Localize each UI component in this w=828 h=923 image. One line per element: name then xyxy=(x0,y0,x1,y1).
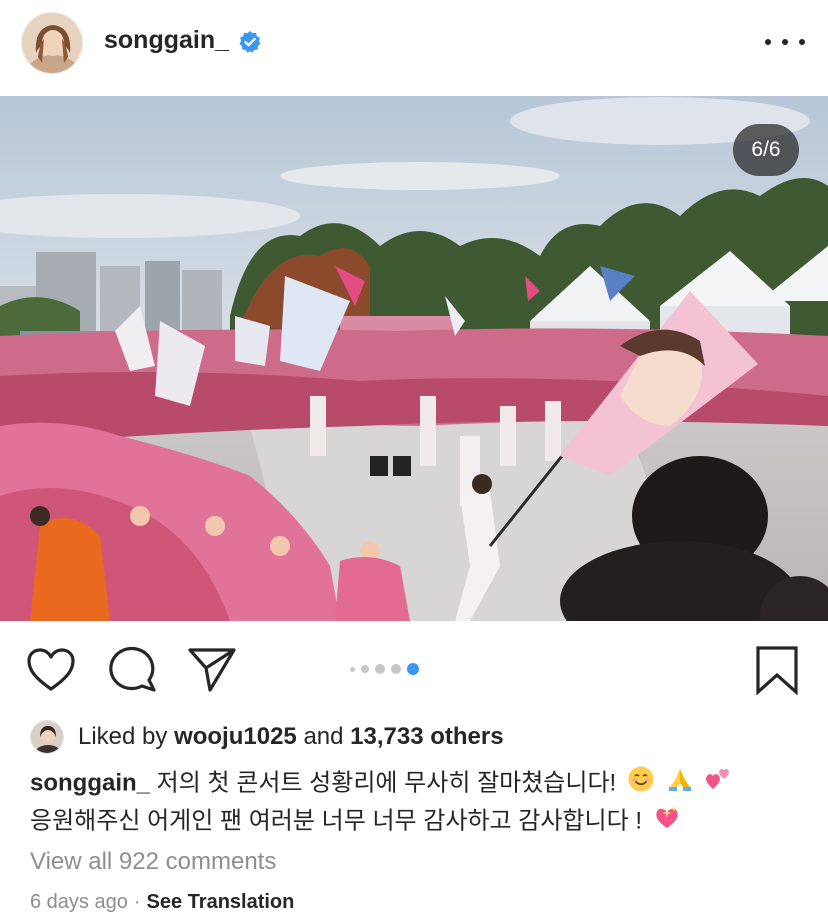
caption-line-2: 응원해주신 어게인 팬 여러분 너무 너무 감사하고 감사합니다 ! xyxy=(30,807,643,835)
post-timestamp: 6 days ago xyxy=(30,891,128,913)
likes-middle: and xyxy=(296,723,351,750)
post-caption: songgain_ 저의 첫 콘서트 성황리에 무사히 잘마쳤습니다! 응원해주… xyxy=(30,765,810,841)
likes-row: Liked by wooju1025 and 13,733 others xyxy=(30,719,504,755)
carousel-indicator xyxy=(350,662,419,676)
liker-avatar[interactable] xyxy=(30,720,64,754)
likes-others[interactable]: 13,733 others xyxy=(350,723,503,750)
send-icon xyxy=(188,648,236,692)
post-username[interactable]: songgain_ xyxy=(104,26,229,55)
caption-line-1: 저의 첫 콘서트 성황리에 무사히 잘마쳤습니다! xyxy=(150,769,617,797)
verified-badge-icon xyxy=(238,30,262,54)
carousel-dot-active[interactable] xyxy=(407,663,419,675)
post-photo[interactable] xyxy=(0,96,828,621)
heart-icon xyxy=(27,648,75,691)
likes-prefix: Liked by xyxy=(78,723,175,750)
save-button[interactable] xyxy=(755,645,799,695)
carousel-dot[interactable] xyxy=(375,664,385,674)
liker-username[interactable]: wooju1025 xyxy=(174,723,297,750)
caption-author[interactable]: songgain_ xyxy=(30,769,150,796)
share-button[interactable] xyxy=(188,646,236,692)
carousel-dot[interactable] xyxy=(361,665,369,673)
profile-avatar[interactable] xyxy=(21,12,83,74)
smiling-face-icon xyxy=(627,765,655,803)
sparkling-heart-icon xyxy=(653,803,681,841)
media-counter: 6/6 xyxy=(733,124,799,176)
two-hearts-icon xyxy=(704,765,732,803)
comment-icon xyxy=(109,646,156,692)
meta-separator: · xyxy=(133,891,141,913)
bookmark-icon xyxy=(756,646,798,695)
folded-hands-icon xyxy=(666,765,694,803)
carousel-dot[interactable] xyxy=(350,666,355,672)
post-meta: 6 days ago · See Translation xyxy=(30,891,294,914)
carousel-dot[interactable] xyxy=(391,664,401,674)
more-horizontal-icon xyxy=(765,39,771,45)
like-button[interactable] xyxy=(27,648,75,692)
more-options-button[interactable] xyxy=(765,28,805,56)
see-translation-link[interactable]: See Translation xyxy=(147,891,295,913)
post-header: songgain_ xyxy=(0,0,828,96)
view-all-comments-link[interactable]: View all 922 comments xyxy=(30,848,276,876)
comment-button[interactable] xyxy=(109,646,157,692)
